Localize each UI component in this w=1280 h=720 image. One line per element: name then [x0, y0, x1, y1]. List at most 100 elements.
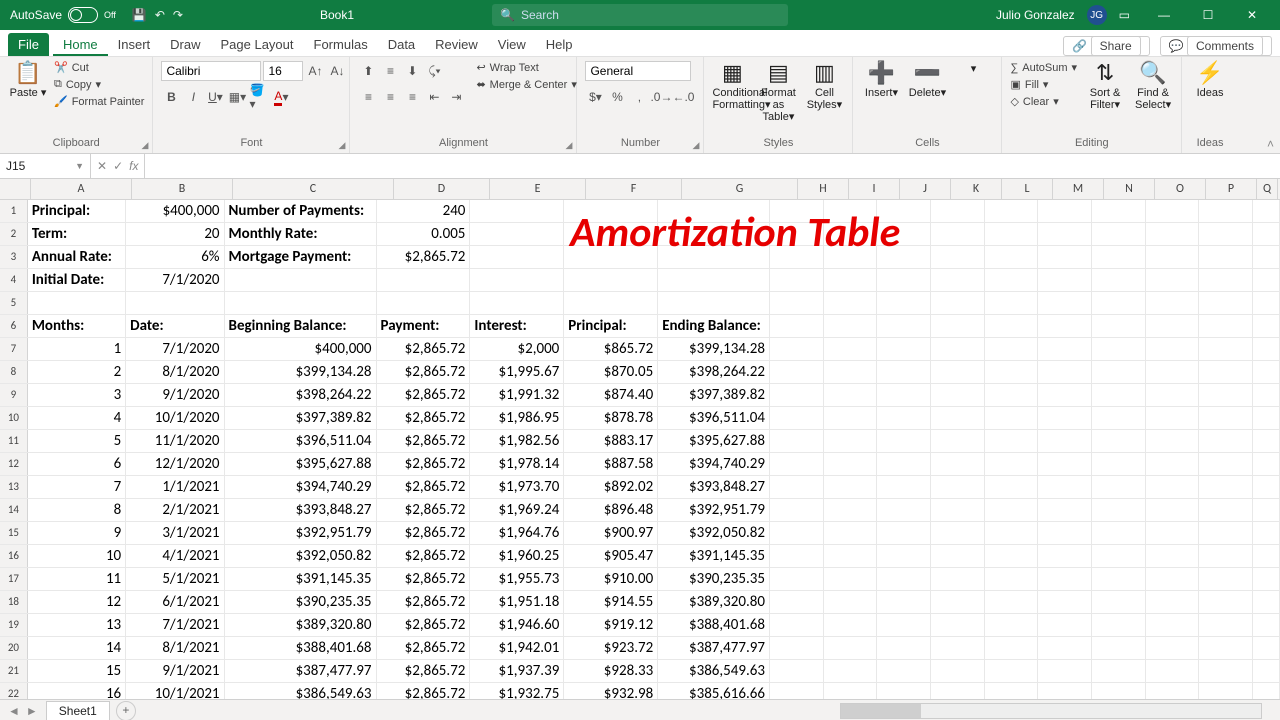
insert-cells-button[interactable]: ➕Insert▾: [861, 61, 901, 99]
cell[interactable]: [1146, 476, 1200, 498]
cell[interactable]: 2: [28, 361, 126, 383]
cell[interactable]: [985, 499, 1039, 521]
save-icon[interactable]: 💾: [132, 8, 147, 22]
cell[interactable]: [564, 246, 658, 268]
cell[interactable]: [1092, 223, 1146, 245]
cell[interactable]: [877, 246, 931, 268]
cell[interactable]: $896.48: [564, 499, 658, 521]
cell[interactable]: [1253, 522, 1280, 544]
tab-insert[interactable]: Insert: [108, 33, 161, 56]
cell[interactable]: $865.72: [564, 338, 658, 360]
cell[interactable]: [985, 568, 1039, 590]
cell[interactable]: $2,865.72: [377, 246, 471, 268]
cell[interactable]: $400,000: [225, 338, 377, 360]
cell[interactable]: 15: [28, 660, 126, 682]
row-header[interactable]: 19: [0, 614, 28, 636]
cell[interactable]: $396,511.04: [658, 407, 770, 429]
cell[interactable]: $1,995.67: [470, 361, 564, 383]
cell[interactable]: $2,865.72: [377, 545, 471, 567]
cell[interactable]: [985, 315, 1039, 337]
cell[interactable]: 8: [28, 499, 126, 521]
cell[interactable]: $394,740.29: [225, 476, 377, 498]
cell[interactable]: [126, 292, 224, 314]
cell[interactable]: [931, 269, 985, 291]
cell[interactable]: $392,050.82: [658, 522, 770, 544]
cell[interactable]: $878.78: [564, 407, 658, 429]
cell[interactable]: [1038, 269, 1092, 291]
cell[interactable]: [1092, 683, 1146, 699]
cell[interactable]: [1199, 223, 1253, 245]
cell[interactable]: [1146, 591, 1200, 613]
cell[interactable]: [1199, 614, 1253, 636]
cell[interactable]: $1,964.76: [470, 522, 564, 544]
cell[interactable]: [985, 660, 1039, 682]
col-header[interactable]: C: [233, 179, 394, 199]
cell[interactable]: 13: [28, 614, 126, 636]
cell[interactable]: [1146, 315, 1200, 337]
cell[interactable]: 7/1/2021: [126, 614, 224, 636]
cell[interactable]: [877, 499, 931, 521]
cell[interactable]: $1,986.95: [470, 407, 564, 429]
row-header[interactable]: 15: [0, 522, 28, 544]
cell[interactable]: [1146, 660, 1200, 682]
cell[interactable]: $910.00: [564, 568, 658, 590]
cell[interactable]: [931, 660, 985, 682]
cell[interactable]: [877, 315, 931, 337]
cell[interactable]: [985, 338, 1039, 360]
cell[interactable]: [1146, 246, 1200, 268]
align-center-icon[interactable]: ≡: [380, 87, 400, 107]
format-cells-button[interactable]: ▾: [953, 61, 993, 75]
cell[interactable]: [770, 499, 824, 521]
row-header[interactable]: 16: [0, 545, 28, 567]
cell[interactable]: Principal:: [564, 315, 658, 337]
cell[interactable]: [564, 200, 658, 222]
cell[interactable]: $390,235.35: [658, 568, 770, 590]
tab-file[interactable]: File: [8, 33, 49, 56]
cell[interactable]: 12/1/2020: [126, 453, 224, 475]
cell[interactable]: $2,865.72: [377, 499, 471, 521]
cell[interactable]: [1199, 683, 1253, 699]
cell[interactable]: Beginning Balance:: [225, 315, 377, 337]
cell[interactable]: [931, 591, 985, 613]
cell[interactable]: [1092, 660, 1146, 682]
cell[interactable]: [1253, 292, 1280, 314]
cell[interactable]: [1038, 614, 1092, 636]
cell[interactable]: [931, 683, 985, 699]
cell[interactable]: Payment:: [377, 315, 471, 337]
tab-page-layout[interactable]: Page Layout: [211, 33, 304, 56]
cell[interactable]: [1199, 453, 1253, 475]
scrollbar-thumb[interactable]: [841, 704, 921, 718]
ideas-button[interactable]: ⚡Ideas: [1190, 61, 1230, 99]
cell[interactable]: $1,951.18: [470, 591, 564, 613]
cell[interactable]: $392,050.82: [225, 545, 377, 567]
formula-input[interactable]: [145, 154, 1280, 178]
cell[interactable]: 5/1/2021: [126, 568, 224, 590]
col-header[interactable]: N: [1104, 179, 1155, 199]
user-name[interactable]: Julio Gonzalez: [996, 8, 1075, 22]
cell[interactable]: [1253, 430, 1280, 452]
cell[interactable]: $387,477.97: [225, 660, 377, 682]
italic-button[interactable]: I: [183, 87, 203, 107]
cell[interactable]: 7: [28, 476, 126, 498]
cell[interactable]: 6/1/2021: [126, 591, 224, 613]
cell[interactable]: Months:: [28, 315, 126, 337]
row-header[interactable]: 18: [0, 591, 28, 613]
cell[interactable]: 16: [28, 683, 126, 699]
cell[interactable]: [1092, 568, 1146, 590]
row-header[interactable]: 20: [0, 637, 28, 659]
row-header[interactable]: 5: [0, 292, 28, 314]
cell[interactable]: [1146, 614, 1200, 636]
cell[interactable]: [824, 568, 878, 590]
cell[interactable]: Interest:: [470, 315, 564, 337]
cell[interactable]: 6%: [126, 246, 224, 268]
cell[interactable]: $874.40: [564, 384, 658, 406]
cell[interactable]: [985, 200, 1039, 222]
cell[interactable]: [1038, 361, 1092, 383]
tab-help[interactable]: Help: [536, 33, 583, 56]
cell[interactable]: $2,865.72: [377, 407, 471, 429]
cell[interactable]: $1,969.24: [470, 499, 564, 521]
cell[interactable]: [1038, 407, 1092, 429]
cell[interactable]: [931, 430, 985, 452]
cell[interactable]: $2,865.72: [377, 568, 471, 590]
cell[interactable]: [877, 568, 931, 590]
